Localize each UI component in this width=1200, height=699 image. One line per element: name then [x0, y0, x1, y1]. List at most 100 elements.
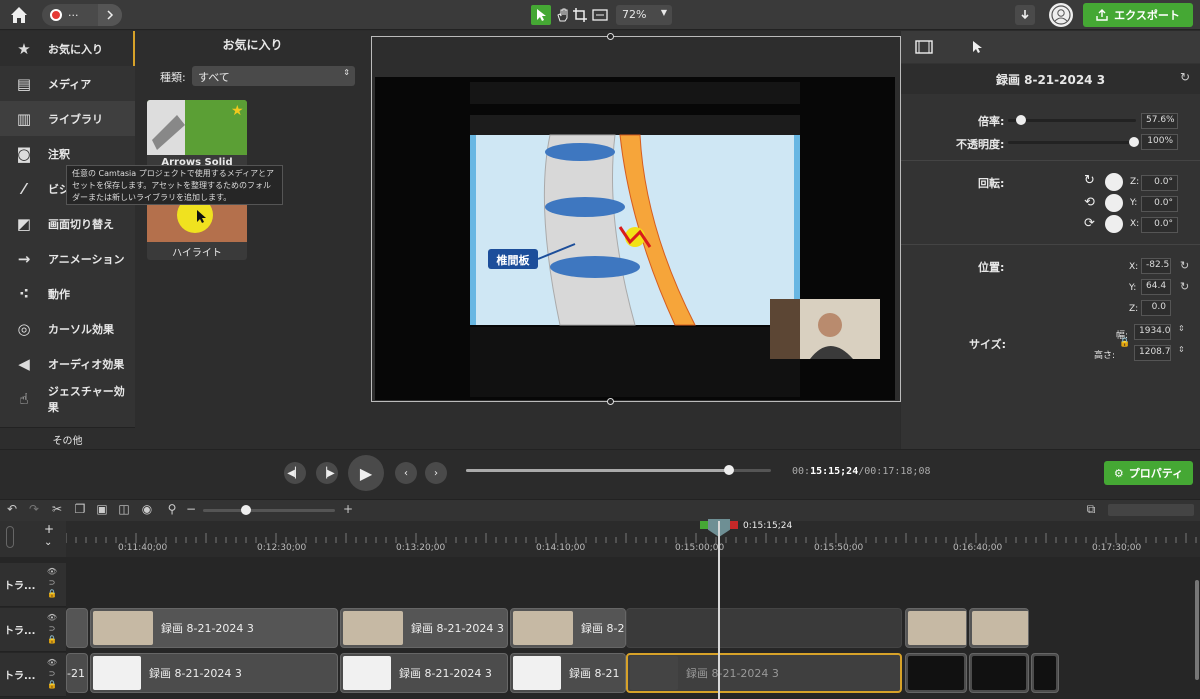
timeline-clip[interactable]: 録画 8-21-2024 3: [90, 608, 338, 648]
scrubber-knob[interactable]: [724, 465, 734, 475]
play-button[interactable]: ▶: [348, 455, 384, 491]
undo-icon[interactable]: ↶: [4, 502, 20, 518]
track-visibility-icon[interactable]: 👁 ⊃ 🔒: [46, 612, 58, 645]
sidebar-item-transitions[interactable]: ◩ 画面切り替え: [0, 206, 135, 241]
position-x-label: X:: [1129, 262, 1139, 272]
timeline-zoom-slider[interactable]: [203, 509, 335, 512]
timeline-clip[interactable]: [905, 608, 967, 648]
position-z-field[interactable]: 0.0: [1141, 300, 1171, 316]
track-visibility-icon[interactable]: 👁 ⊃ 🔒: [46, 657, 58, 690]
rotation-y-field[interactable]: 0.0°: [1141, 196, 1178, 212]
sidebar-item-cursor-effects[interactable]: ◎ カーソル効果: [0, 311, 135, 346]
sidebar-item-animations[interactable]: → アニメーション: [0, 241, 135, 276]
export-button[interactable]: エクスポート: [1083, 3, 1193, 27]
timeline-clip[interactable]: 録画 8-21: [510, 608, 626, 648]
sidebar-item-favorites[interactable]: ★ お気に入り: [0, 31, 135, 66]
timeline-clip[interactable]: 録画 8-21-2024 3: [340, 608, 508, 648]
position-x-field[interactable]: -82.5: [1141, 258, 1171, 274]
width-field[interactable]: 1934.0: [1134, 324, 1171, 340]
timeline-clip[interactable]: [626, 608, 902, 648]
timeline-search-field[interactable]: [1108, 504, 1194, 516]
category-select[interactable]: すべて ⇕: [192, 66, 355, 86]
download-icon[interactable]: [1015, 5, 1035, 25]
selected-timeline-clip[interactable]: 録画 8-21-2024 3: [626, 653, 902, 693]
track-label: トラ...: [4, 626, 36, 637]
step-back-icon[interactable]: ◀▏: [284, 462, 306, 484]
paste-icon[interactable]: ▣: [94, 502, 110, 518]
zoom-icon[interactable]: ⚲: [164, 502, 180, 518]
copy-icon[interactable]: ❐: [72, 502, 88, 518]
rotation-y-dial[interactable]: [1105, 194, 1123, 212]
lock-icon[interactable]: 🔒: [1119, 338, 1130, 348]
sidebar-item-library[interactable]: ▥ ライブラリ: [0, 101, 135, 136]
timeline-clip[interactable]: [1031, 653, 1059, 693]
timeline-clip[interactable]: 録画 8-21-2024 3: [340, 653, 508, 693]
more-button[interactable]: その他: [0, 427, 135, 449]
resize-handle-bottom[interactable]: [607, 398, 614, 405]
timeline-zoom-knob[interactable]: [241, 505, 251, 515]
snapshot-icon[interactable]: ◉: [139, 502, 155, 518]
tab-cursor-properties[interactable]: [971, 40, 983, 57]
position-y-field[interactable]: 64.4: [1141, 279, 1171, 295]
next-icon[interactable]: ›: [425, 462, 447, 484]
reset-icon[interactable]: ↻: [1180, 70, 1190, 84]
clip-thumbnail: [972, 656, 1026, 690]
divider: [901, 244, 1200, 245]
chevron-down-icon[interactable]: ⌄: [44, 537, 52, 548]
scale-slider-knob[interactable]: [1016, 115, 1026, 125]
timeline-scrollbar[interactable]: [1195, 580, 1199, 680]
size-stepper-icon[interactable]: ⇕: [1178, 324, 1185, 333]
resize-handle-top[interactable]: [607, 33, 614, 40]
track-visibility-icon[interactable]: 👁 ⊃ 🔒: [46, 566, 58, 599]
sidebar-item-gesture-effects[interactable]: ☝ ジェスチャー効果: [0, 381, 135, 416]
user-avatar-icon[interactable]: [1049, 3, 1073, 27]
reset-position-y-icon[interactable]: ↻: [1180, 280, 1189, 293]
rotation-z-dial[interactable]: [1105, 173, 1123, 191]
timeline-toolbar: [0, 499, 1200, 521]
reset-position-x-icon[interactable]: ↻: [1180, 259, 1189, 272]
cut-icon[interactable]: ✂: [49, 502, 65, 518]
timeline-clip[interactable]: [969, 653, 1029, 693]
timeline-clip[interactable]: -21: [66, 653, 88, 693]
add-track-icon[interactable]: +: [44, 522, 54, 536]
home-icon[interactable]: [8, 4, 30, 26]
asset-card-arrows[interactable]: ★ Arrows Solid: [147, 100, 247, 170]
opacity-slider-knob[interactable]: [1129, 137, 1139, 147]
height-field[interactable]: 1208.7: [1134, 345, 1171, 361]
fit-tool-icon[interactable]: [590, 5, 610, 25]
timeline-clip[interactable]: 録画 8-21-2024 3: [90, 653, 338, 693]
rotation-x-dial[interactable]: [1105, 215, 1123, 233]
crop-tool-icon[interactable]: [570, 5, 590, 25]
step-forward-icon[interactable]: ▕▶: [316, 462, 338, 484]
zoom-select[interactable]: 72% ▼: [616, 5, 672, 25]
timeline-clip[interactable]: [969, 608, 1029, 648]
previous-icon[interactable]: ‹: [395, 462, 417, 484]
rotation-x-field[interactable]: 0.0°: [1141, 217, 1178, 233]
track-height-slider[interactable]: [6, 526, 14, 548]
chevron-right-icon[interactable]: [98, 4, 122, 26]
sidebar-item-media[interactable]: ▤ メディア: [0, 66, 135, 101]
zoom-out-icon[interactable]: −: [183, 502, 199, 518]
split-icon[interactable]: ◫: [116, 502, 132, 518]
sidebar-item-behaviors[interactable]: ⁖ 動作: [0, 276, 135, 311]
sidebar-item-audio-effects[interactable]: ◀ オーディオ効果: [0, 346, 135, 381]
timeline-clip[interactable]: [66, 608, 88, 648]
redo-icon[interactable]: ↷: [26, 502, 42, 518]
rotation-z-field[interactable]: 0.0°: [1141, 175, 1178, 191]
scale-slider[interactable]: [1008, 119, 1136, 122]
scale-field[interactable]: 57.6%: [1141, 113, 1178, 129]
timeline-clip[interactable]: [905, 653, 967, 693]
tab-visual-properties[interactable]: [915, 40, 933, 57]
detach-timeline-icon[interactable]: ⧉: [1083, 502, 1099, 518]
size-stepper-icon[interactable]: ⇕: [1178, 345, 1185, 354]
selection-box[interactable]: [371, 36, 901, 402]
opacity-slider[interactable]: [1008, 141, 1136, 144]
opacity-field[interactable]: 100%: [1141, 134, 1178, 150]
timeline-clip[interactable]: 録画 8-21: [510, 653, 626, 693]
zoom-in-icon[interactable]: +: [340, 502, 356, 518]
star-favorite-icon[interactable]: ★: [231, 103, 244, 119]
select-tool-icon[interactable]: [531, 5, 551, 25]
clip-label: 録画 8-21-2024 3: [399, 667, 492, 680]
properties-button[interactable]: ⚙ プロパティ: [1104, 461, 1193, 485]
timeline-ruler[interactable]: [65, 521, 1200, 557]
